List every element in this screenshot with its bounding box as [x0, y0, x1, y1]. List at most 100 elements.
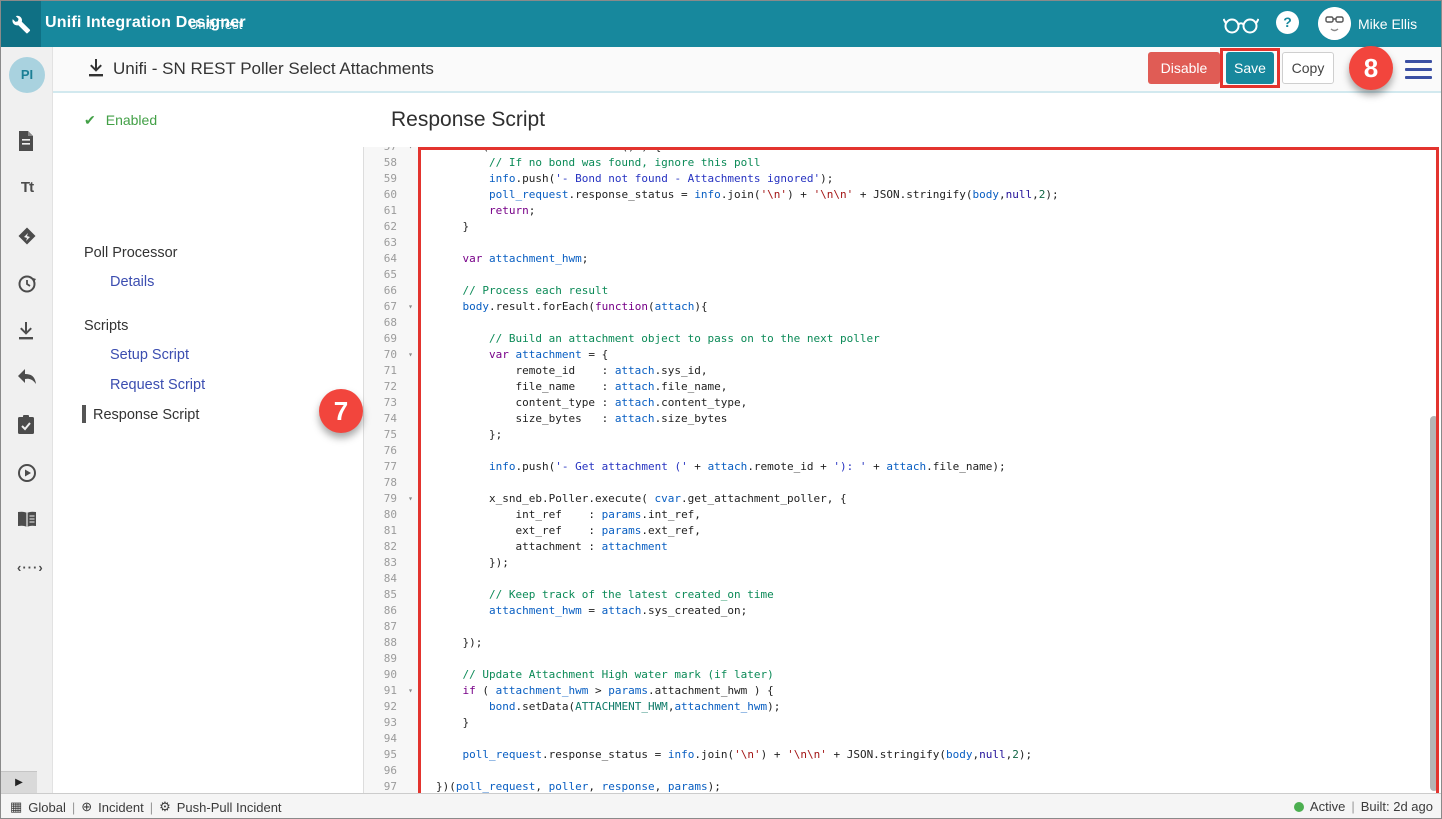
code-text: poll_request.response_status = info.join… — [419, 747, 1032, 763]
code-text: var attachment_hwm; — [419, 251, 588, 267]
fold-arrow-icon[interactable]: ▾ — [408, 683, 413, 699]
code-line[interactable]: 66 // Process each result — [364, 283, 1438, 299]
fold-arrow-icon[interactable]: ▾ — [408, 491, 413, 507]
code-line[interactable]: 80 int_ref : params.int_ref, — [364, 507, 1438, 523]
code-line[interactable]: 61 return; — [364, 203, 1438, 219]
code-line[interactable]: 74 size_bytes : attach.size_bytes — [364, 411, 1438, 427]
record-toolbar: Unifi - SN REST Poller Select Attachment… — [1, 47, 1441, 93]
code-line[interactable]: 83 }); — [364, 555, 1438, 571]
code-line[interactable]: 93 } — [364, 715, 1438, 731]
annotation-step-8: 8 — [1349, 46, 1393, 90]
line-number: 96 — [364, 763, 419, 779]
nav-item-details[interactable]: Details — [110, 274, 154, 290]
book-icon[interactable] — [17, 511, 37, 531]
code-line[interactable]: 84 — [364, 571, 1438, 587]
code-line[interactable]: 75 }; — [364, 427, 1438, 443]
code-text: body.result.forEach(function(attach){ — [419, 299, 708, 315]
line-number: 73 — [364, 395, 419, 411]
code-line[interactable]: 70▾ var attachment = { — [364, 347, 1438, 363]
fold-arrow-icon[interactable]: ▾ — [408, 299, 413, 315]
code-line[interactable]: 73 content_type : attach.content_type, — [364, 395, 1438, 411]
nav-item-request-script[interactable]: Request Script — [110, 377, 205, 393]
code-line[interactable]: 58 // If no bond was found, ignore this … — [364, 155, 1438, 171]
code-line[interactable]: 67▾ body.result.forEach(function(attach)… — [364, 299, 1438, 315]
nav-item-setup-script[interactable]: Setup Script — [110, 347, 189, 363]
line-number: 61 — [364, 203, 419, 219]
breadcrumb-label[interactable]: Incident — [98, 800, 144, 815]
clipboard-check-icon[interactable] — [17, 415, 37, 435]
menu-icon[interactable] — [1405, 60, 1432, 80]
nav-item-response-script[interactable]: Response Script — [93, 407, 199, 423]
code-line[interactable]: 64 var attachment_hwm; — [364, 251, 1438, 267]
user-name[interactable]: Mike Ellis — [1358, 16, 1417, 32]
code-text: }); — [419, 635, 482, 651]
code-line[interactable]: 78 — [364, 475, 1438, 491]
copy-button[interactable]: Copy — [1282, 52, 1334, 84]
collapse-expand-toggle[interactable]: ▶ — [1, 771, 37, 793]
code-line[interactable]: 69 // Build an attachment object to pass… — [364, 331, 1438, 347]
code-line[interactable]: 60 poll_request.response_status = info.j… — [364, 187, 1438, 203]
fold-arrow-icon[interactable]: ▾ — [408, 147, 413, 155]
code-line[interactable]: 90 // Update Attachment High water mark … — [364, 667, 1438, 683]
text-format-icon[interactable]: Tt — [17, 179, 37, 199]
editor-scrollbar[interactable] — [1430, 416, 1438, 791]
line-number: 90 — [364, 667, 419, 683]
code-line[interactable]: 68 — [364, 315, 1438, 331]
code-text: file_name : attach.file_name, — [419, 379, 727, 395]
line-number: 77 — [364, 459, 419, 475]
line-number: 85 — [364, 587, 419, 603]
line-number: 74 — [364, 411, 419, 427]
code-line[interactable]: 92 bond.setData(ATTACHMENT_HWM,attachmen… — [364, 699, 1438, 715]
app-logo[interactable] — [1, 1, 41, 47]
script-editor[interactable]: 57▾ if ( !bond.isValidRecord() ) {58 // … — [363, 147, 1438, 794]
code-text: x_snd_eb.Poller.execute( cvar.get_attach… — [419, 491, 847, 507]
code-line[interactable]: 81 ext_ref : params.ext_ref, — [364, 523, 1438, 539]
code-text: return; — [419, 203, 535, 219]
breadcrumb-label[interactable]: Global — [28, 800, 66, 815]
code-line[interactable]: 71 remote_id : attach.sys_id, — [364, 363, 1438, 379]
line-number: 60 — [364, 187, 419, 203]
play-circle-icon[interactable] — [17, 463, 37, 483]
grid-icon: ▦ — [10, 799, 22, 815]
document-icon[interactable] — [17, 131, 37, 151]
enabled-status[interactable]: ✔Enabled — [84, 112, 157, 129]
code-line[interactable]: 86 attachment_hwm = attach.sys_created_o… — [364, 603, 1438, 619]
code-line[interactable]: 91▾ if ( attachment_hwm > params.attachm… — [364, 683, 1438, 699]
download-icon[interactable] — [17, 321, 37, 341]
code-line[interactable]: 79▾ x_snd_eb.Poller.execute( cvar.get_at… — [364, 491, 1438, 507]
code-line[interactable]: 59 info.push('- Bond not found - Attachm… — [364, 171, 1438, 187]
help-icon[interactable]: ? — [1276, 11, 1299, 34]
code-line[interactable]: 65 — [364, 267, 1438, 283]
code-line[interactable]: 97})(poll_request, poller, response, par… — [364, 779, 1438, 794]
save-button[interactable]: Save — [1226, 52, 1274, 84]
code-line[interactable]: 76 — [364, 443, 1438, 459]
undo-icon[interactable] — [17, 368, 37, 388]
code-line[interactable]: 96 — [364, 763, 1438, 779]
code-line[interactable]: 82 attachment : attachment — [364, 539, 1438, 555]
disable-button[interactable]: Disable — [1148, 52, 1220, 84]
code-icon[interactable]: ‹···› — [17, 560, 37, 580]
code-line[interactable]: 95 poll_request.response_status = info.j… — [364, 747, 1438, 763]
code-line[interactable]: 89 — [364, 651, 1438, 667]
integration-avatar[interactable]: PI — [9, 57, 45, 93]
code-line[interactable]: 62 } — [364, 219, 1438, 235]
line-number: 91▾ — [364, 683, 419, 699]
user-avatar[interactable] — [1318, 7, 1351, 40]
code-line[interactable]: 77 info.push('- Get attachment (' + atta… — [364, 459, 1438, 475]
code-text: remote_id : attach.sys_id, — [419, 363, 708, 379]
code-line[interactable]: 72 file_name : attach.file_name, — [364, 379, 1438, 395]
line-number: 80 — [364, 507, 419, 523]
code-line[interactable]: 87 — [364, 619, 1438, 635]
code-text: })(poll_request, poller, response, param… — [419, 779, 721, 794]
fold-arrow-icon[interactable]: ▾ — [408, 347, 413, 363]
glasses-icon[interactable] — [1223, 11, 1259, 37]
navigate-diamond-icon[interactable] — [17, 226, 37, 246]
code-line[interactable]: 88 }); — [364, 635, 1438, 651]
code-line[interactable]: 85 // Keep track of the latest created_o… — [364, 587, 1438, 603]
code-line[interactable]: 57▾ if ( !bond.isValidRecord() ) { — [364, 147, 1438, 155]
code-line[interactable]: 94 — [364, 731, 1438, 747]
code-line[interactable]: 63 — [364, 235, 1438, 251]
breadcrumb-label[interactable]: Push-Pull Incident — [177, 800, 282, 815]
history-icon[interactable] — [17, 274, 37, 294]
code-text — [419, 235, 436, 251]
